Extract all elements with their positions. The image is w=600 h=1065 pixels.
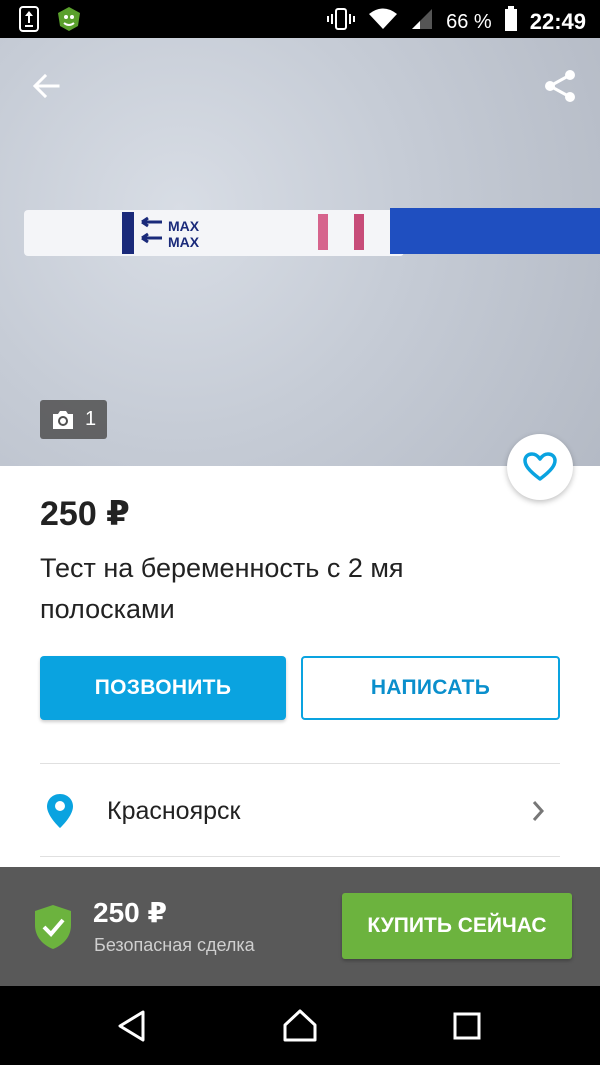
safe-deal-price: 250 ₽ — [93, 897, 167, 928]
nav-recents-button[interactable] — [443, 1002, 491, 1050]
strip-label-1: MAX — [168, 218, 200, 234]
listing-photo[interactable]: MAX MAX 1 — [0, 38, 600, 466]
nav-back-button[interactable] — [108, 1002, 156, 1050]
safe-deal-bar: 250 ₽ Безопасная сделка КУПИТЬ СЕЙЧАС — [0, 867, 600, 986]
map-pin-icon — [46, 793, 74, 834]
battery-icon — [504, 6, 518, 38]
triangle-back-icon — [118, 1010, 145, 1042]
call-button[interactable]: ПОЗВОНИТЬ — [40, 656, 286, 720]
nav-home-button[interactable] — [276, 1002, 324, 1050]
wifi-icon — [368, 7, 398, 37]
favorite-button[interactable] — [507, 434, 573, 500]
location-row[interactable]: Красноярск — [0, 764, 600, 856]
strip-label-2: MAX — [168, 234, 200, 250]
location-city: Красноярск — [107, 797, 241, 825]
clock: 22:49 — [529, 9, 586, 34]
back-button[interactable] — [22, 62, 70, 110]
chevron-right-icon — [530, 800, 546, 827]
listing-price: 250 ₽ — [40, 495, 130, 533]
arrow-left-icon — [32, 73, 60, 99]
signal-icon — [410, 7, 434, 37]
photo-counter[interactable]: 1 — [40, 400, 107, 439]
square-recents-icon — [453, 1012, 481, 1040]
safe-deal-label: Безопасная сделка — [94, 935, 255, 955]
system-nav-bar — [0, 986, 600, 1065]
vibrate-icon — [326, 7, 356, 37]
usb-transfer-icon — [18, 6, 40, 37]
photo-count: 1 — [84, 408, 97, 430]
share-button[interactable] — [536, 62, 584, 110]
share-icon — [545, 70, 575, 102]
listing-title: Тест на беременность с 2 мя полосками — [40, 553, 404, 624]
home-icon — [283, 1009, 317, 1042]
divider — [40, 856, 560, 857]
status-bar: 66 % 22:49 — [0, 0, 600, 38]
battery-percent: 66 % — [446, 10, 492, 33]
buy-now-button[interactable]: КУПИТЬ СЕЙЧАС — [342, 893, 572, 959]
app-notification-icon — [56, 6, 82, 37]
shield-check-icon — [32, 903, 74, 956]
heart-icon — [523, 452, 557, 481]
camera-icon — [52, 410, 73, 429]
write-button[interactable]: НАПИСАТЬ — [301, 656, 560, 720]
